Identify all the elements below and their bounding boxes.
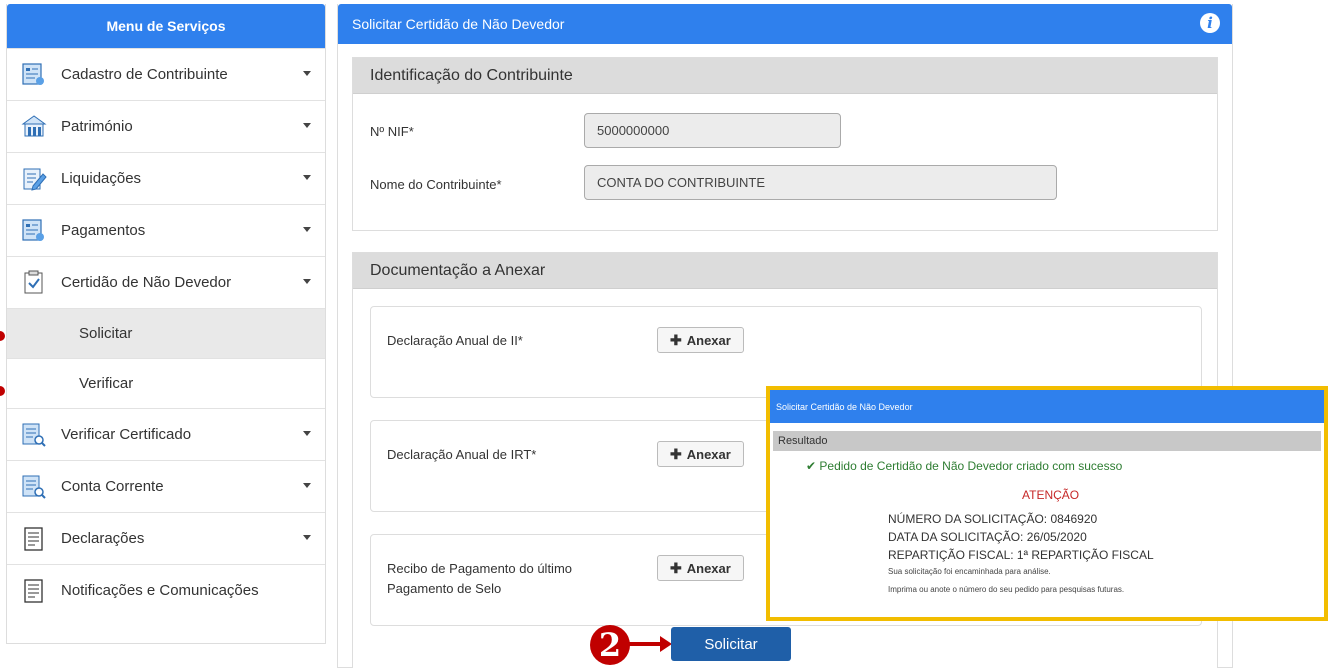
popup-note: Imprima ou anote o número do seu pedido … [888,585,1125,594]
attention-label: ATENÇÃO [1022,488,1080,502]
sidebar-item-patrimonio[interactable]: Património [7,100,325,152]
submit-button[interactable]: Solicitar [671,627,791,661]
sidebar-item-notificacoes[interactable]: Notificações e Comunicações [7,564,325,616]
page-title: Solicitar Certidão de Não Devedor [352,16,565,32]
attach-button[interactable]: ✚ Anexar [657,441,744,467]
chevron-down-icon [303,123,311,128]
success-text: Pedido de Certidão de Não Devedor criado… [819,459,1123,473]
sidebar-item-certidao[interactable]: Certidão de Não Devedor [7,256,325,308]
document-label: Declaração Anual de IRT* [387,447,537,462]
success-message: ✔ Pedido de Certidão de Não Devedor cria… [806,459,1122,473]
form-icon [21,62,47,88]
sidebar-item-declaracoes[interactable]: Declarações [7,512,325,564]
attach-button-label: Anexar [686,332,731,348]
building-icon [21,114,47,140]
result-popup: Solicitar Certidão de Não Devedor Result… [766,386,1328,621]
sidebar-item-label: Liquidações [61,170,142,187]
sidebar-item-liquidacoes[interactable]: Liquidações [7,152,325,204]
chevron-down-icon [303,431,311,436]
sidebar-item-conta-corrente[interactable]: Conta Corrente [7,460,325,512]
popup-title: Solicitar Certidão de Não Devedor [770,390,1324,423]
chevron-down-icon [303,279,311,284]
certificate-search-icon [21,422,47,448]
nif-label: Nº NIF* [370,124,414,139]
contributor-name-field[interactable]: CONTA DO CONTRIBUINTE [584,165,1057,200]
identification-panel: Identificação do Contribuinte Nº NIF* 50… [352,57,1218,231]
sidebar-title: Menu de Serviços [7,4,325,48]
tax-office: REPARTIÇÃO FISCAL: 1ª REPARTIÇÃO FISCAL [888,548,1154,562]
sidebar-item-cadastro[interactable]: Cadastro de Contribuinte [7,48,325,100]
info-icon[interactable]: i [1200,13,1220,33]
plus-icon: ✚ [670,559,682,576]
sidebar-item-label: Certidão de Não Devedor [61,274,232,291]
chevron-down-icon [303,483,311,488]
sidebar-item-label: Declarações [61,530,145,547]
sidebar-item-label: Notificações e Comunicações [61,582,259,599]
popup-section-title: Resultado [773,431,1321,451]
popup-note: Sua solicitação foi encaminhada para aná… [888,567,1051,576]
sidebar-subitem-label: Verificar [79,375,134,392]
main-header: Solicitar Certidão de Não Devedor i [338,4,1232,44]
request-date: DATA DA SOLICITAÇÃO: 26/05/2020 [888,530,1087,544]
checkmark-icon: ✔ [806,459,817,473]
sidebar-item-label: Cadastro de Contribuinte [61,66,228,83]
step-badge: 2 [590,625,630,665]
declaration-icon [21,526,47,552]
sidebar-subitem-verificar[interactable]: Verificar [7,358,325,408]
services-sidebar: Menu de Serviços Cadastro de Contribuint… [6,4,326,644]
attach-button[interactable]: ✚ Anexar [657,327,744,353]
sidebar-item-verificar-certificado[interactable]: Verificar Certificado [7,408,325,460]
payment-form-icon [21,218,47,244]
nif-field[interactable]: 5000000000 [584,113,841,148]
attach-button-label: Anexar [686,560,731,576]
chevron-down-icon [303,175,311,180]
panel-title: Documentação a Anexar [353,253,1217,289]
notification-document-icon [21,578,47,604]
certificate-check-icon [21,270,47,296]
edit-document-icon [21,166,47,192]
chevron-down-icon [303,227,311,232]
chevron-down-icon [303,535,311,540]
arrow-icon [628,642,664,646]
plus-icon: ✚ [670,445,682,462]
panel-title: Identificação do Contribuinte [353,58,1217,94]
account-ledger-icon [21,474,47,500]
contributor-name-label: Nome do Contribuinte* [370,177,502,192]
document-label: Declaração Anual de II* [387,333,523,348]
sidebar-item-label: Património [61,118,133,135]
attach-button[interactable]: ✚ Anexar [657,555,744,581]
sidebar-item-label: Conta Corrente [61,478,164,495]
sidebar-subitem-label: Solicitar [79,325,133,342]
document-label: Recibo de Pagamento do último Pagamento … [387,561,573,596]
document-card: Declaração Anual de II* ✚ Anexar [370,306,1202,398]
request-number: NÚMERO DA SOLICITAÇÃO: 0846920 [888,512,1098,526]
sidebar-item-label: Verificar Certificado [61,426,192,443]
highlight-marker [0,331,5,341]
plus-icon: ✚ [670,331,682,348]
sidebar-subitem-solicitar[interactable]: Solicitar [7,308,325,358]
sidebar-item-pagamentos[interactable]: Pagamentos [7,204,325,256]
attach-button-label: Anexar [686,446,731,462]
highlight-marker [0,386,5,396]
chevron-down-icon [303,71,311,76]
sidebar-item-label: Pagamentos [61,222,146,239]
